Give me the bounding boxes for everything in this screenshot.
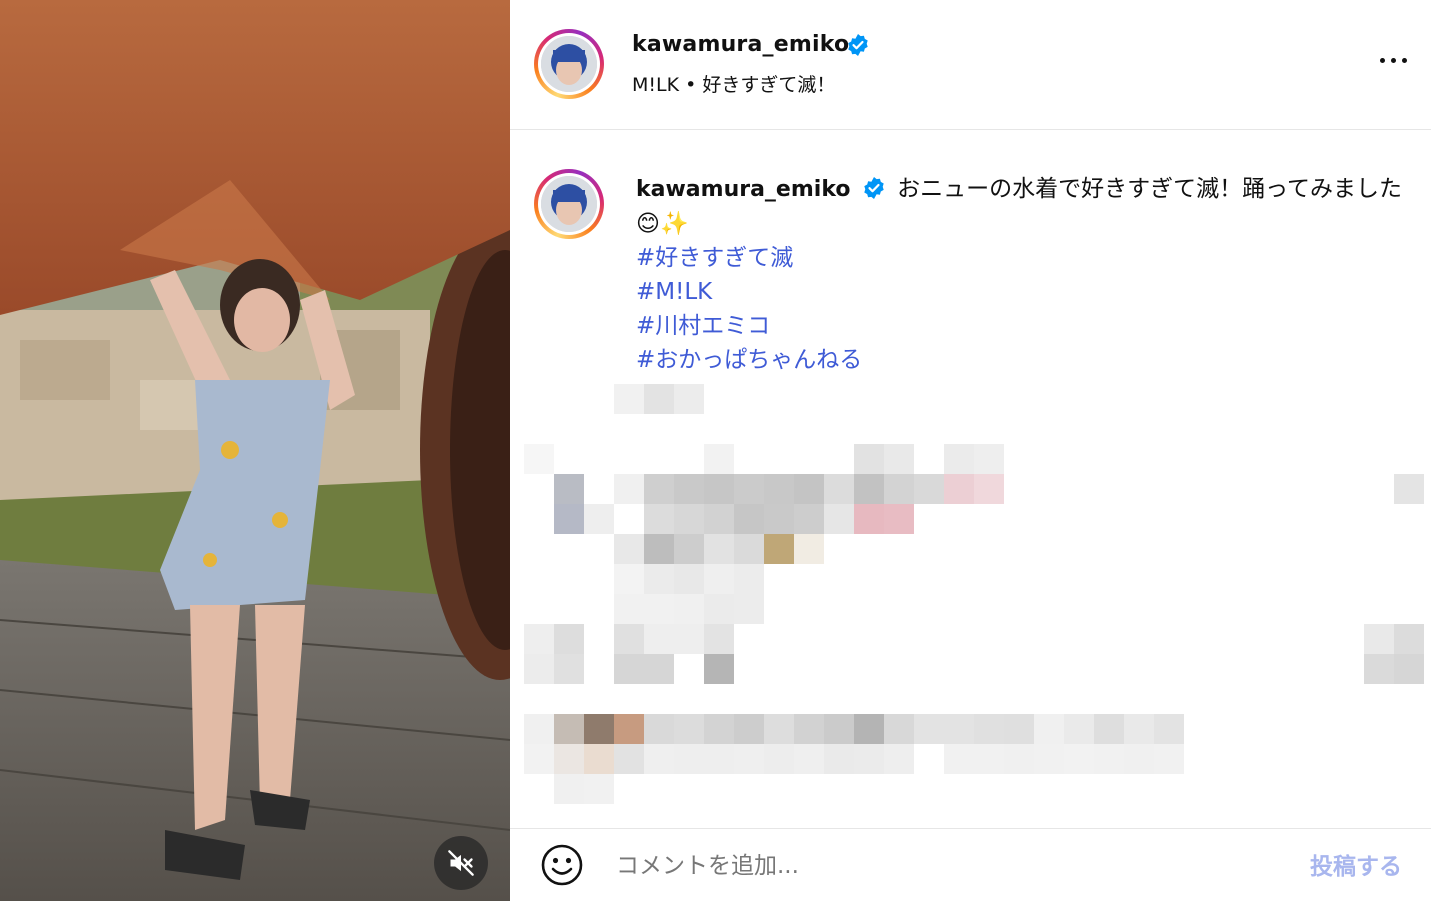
comment-input[interactable]: [614, 847, 1278, 885]
post-header: kawamura_emiko M!LK • 好きすぎて滅！: [510, 0, 1431, 130]
post-side-panel: kawamura_emiko M!LK • 好きすぎて滅！ kawamura_e…: [510, 0, 1431, 901]
redacted-comments: [524, 384, 1424, 814]
more-options-button[interactable]: [1378, 48, 1410, 72]
profile-photo: [541, 36, 597, 92]
post-comment-button[interactable]: 投稿する: [1310, 847, 1402, 881]
video-frame: [0, 0, 510, 901]
emoji-smiley-icon: [541, 844, 583, 886]
verified-badge-icon: [864, 177, 884, 199]
caption-username[interactable]: kawamura_emiko: [636, 177, 850, 202]
post-caption: kawamura_emiko おニューの水着で好きすぎて滅！踊ってみました😊✨ …: [636, 172, 1416, 377]
verified-badge-icon: [848, 34, 868, 56]
header-username[interactable]: kawamura_emiko: [632, 32, 849, 57]
emoji-button[interactable]: [540, 843, 584, 887]
post-video[interactable]: [0, 0, 510, 901]
hashtag-link[interactable]: #M!LK: [636, 275, 1416, 309]
avatar[interactable]: [534, 29, 604, 99]
muted-speaker-icon: [448, 850, 474, 876]
hashtag-link[interactable]: #川村エミコ: [636, 309, 1416, 343]
hashtag-link[interactable]: #おかっぱちゃんねる: [636, 343, 1416, 377]
hashtag-link[interactable]: #好きすぎて滅: [636, 241, 1416, 275]
caption-profile-photo: [541, 176, 597, 232]
comment-bar: 投稿する: [510, 828, 1431, 902]
audio-track[interactable]: M!LK • 好きすぎて滅！: [632, 70, 835, 97]
mute-button[interactable]: [434, 836, 488, 890]
caption-avatar[interactable]: [534, 169, 604, 239]
